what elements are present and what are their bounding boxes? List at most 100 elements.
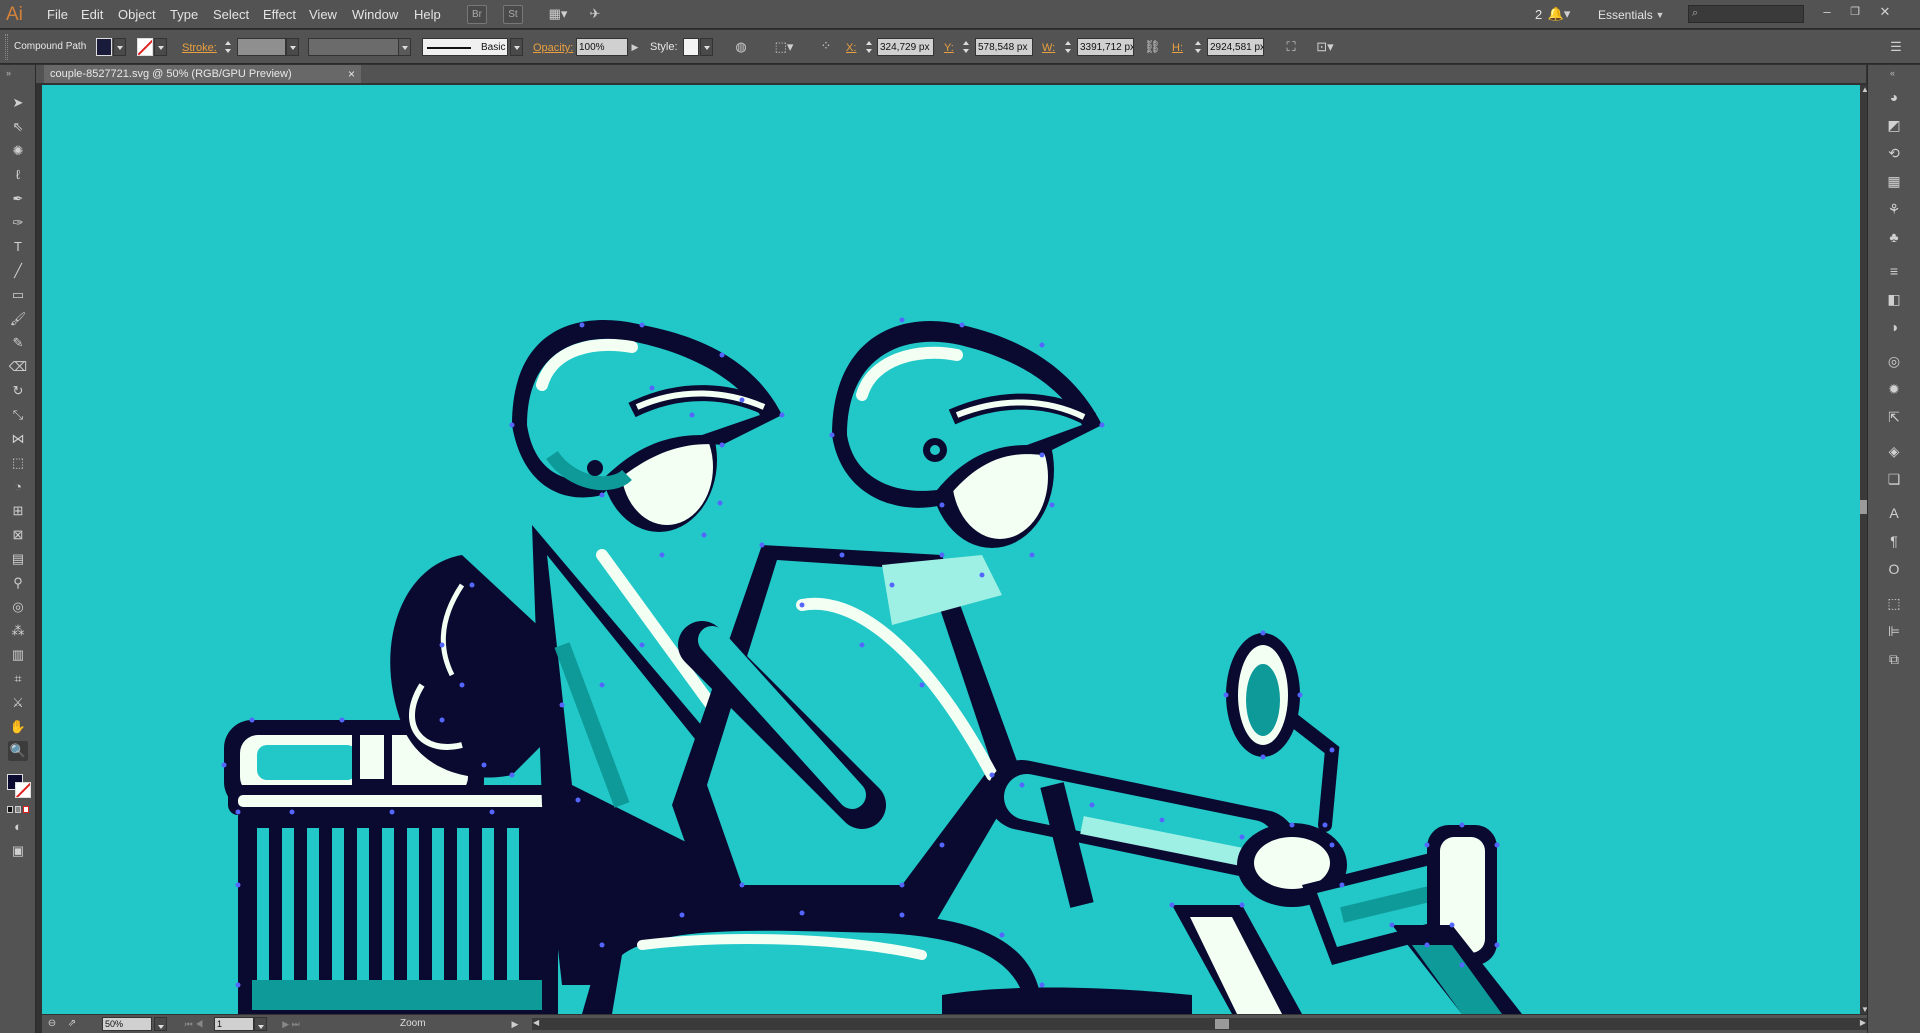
- color-mode-buttons[interactable]: [7, 806, 29, 814]
- screen-mode-icon[interactable]: ▣: [8, 841, 28, 861]
- collapse-panel-icon[interactable]: »: [6, 68, 11, 78]
- gradient-panel-icon[interactable]: ◧: [1884, 289, 1904, 309]
- rectangle-tool-icon[interactable]: ▭: [8, 285, 28, 305]
- h-scrollbar-thumb[interactable]: [1215, 1019, 1229, 1029]
- appearance-icon[interactable]: ◎: [1884, 351, 1904, 371]
- perspective-grid-tool-icon[interactable]: ⊞: [8, 501, 28, 521]
- draw-mode-icon[interactable]: ◐: [8, 817, 28, 837]
- menu-window[interactable]: Window: [352, 7, 398, 22]
- opacity-arrow-icon[interactable]: ▶: [629, 39, 641, 55]
- shape-builder-tool-icon[interactable]: ◔: [8, 477, 28, 497]
- bell-icon[interactable]: 🔔▾: [1545, 6, 1573, 22]
- menu-edit[interactable]: Edit: [81, 7, 103, 22]
- constrain-proportions-icon[interactable]: ⛓: [1144, 39, 1161, 55]
- menu-view[interactable]: View: [309, 7, 337, 22]
- stroke-dropdown[interactable]: [154, 38, 167, 56]
- pathfinder-icon[interactable]: ⧉: [1884, 649, 1904, 669]
- first-artboard-icon[interactable]: ⏮ ◀: [177, 1016, 211, 1032]
- brush-definition-field[interactable]: Basic: [422, 38, 508, 56]
- menu-effect[interactable]: Effect: [263, 7, 296, 22]
- close-icon[interactable]: ✕: [1876, 4, 1894, 20]
- search-input[interactable]: ⌕: [1688, 5, 1804, 23]
- artboard-number-field[interactable]: 1: [214, 1017, 254, 1031]
- w-stepper[interactable]: [1063, 38, 1074, 56]
- x-label[interactable]: X:: [846, 42, 856, 54]
- rotate-tool-icon[interactable]: ↻: [8, 381, 28, 401]
- blend-tool-icon[interactable]: ◎: [8, 597, 28, 617]
- align-to-icon[interactable]: ⬚▾: [770, 39, 798, 55]
- opacity-label[interactable]: Opacity:: [533, 42, 573, 54]
- scale-tool-icon[interactable]: ⤡: [8, 405, 28, 425]
- share-icon[interactable]: ⇗: [64, 1016, 80, 1032]
- menu-object[interactable]: Object: [118, 7, 156, 22]
- zoom-dropdown[interactable]: [154, 1017, 167, 1031]
- scroll-left-icon[interactable]: ◀: [533, 1018, 539, 1027]
- restore-icon[interactable]: ❐: [1846, 4, 1864, 20]
- graph-tool-icon[interactable]: ▥: [8, 645, 28, 665]
- eraser-tool-icon[interactable]: ⌫: [8, 357, 28, 377]
- y-stepper[interactable]: [961, 38, 972, 56]
- stroke-color-swatch[interactable]: [137, 38, 153, 56]
- pen-tool-icon[interactable]: ✒: [8, 189, 28, 209]
- type-tool-icon[interactable]: T: [8, 237, 28, 257]
- opentype-icon[interactable]: O: [1884, 559, 1904, 579]
- paragraph-icon[interactable]: ¶: [1884, 531, 1904, 551]
- graphic-styles-icon[interactable]: ✹: [1884, 379, 1904, 399]
- hand-tool-icon[interactable]: ✋: [8, 717, 28, 737]
- scrollbar-thumb[interactable]: [1860, 500, 1867, 514]
- workspace-switcher[interactable]: Essentials: [1598, 8, 1653, 22]
- transform-icon[interactable]: ⛶: [1282, 39, 1300, 55]
- direct-selection-tool-icon[interactable]: ⇖: [8, 117, 28, 137]
- align-panel-icon[interactable]: ⊫: [1884, 621, 1904, 641]
- graphic-style-swatch[interactable]: [683, 38, 699, 56]
- recolor-artwork-icon[interactable]: ◍: [732, 39, 750, 55]
- stroke-panel-icon[interactable]: ≡: [1884, 261, 1904, 281]
- illustration-couple-on-scooter[interactable]: [42, 85, 1860, 1014]
- line-tool-icon[interactable]: ╱: [8, 261, 28, 281]
- transparency-icon[interactable]: ◑: [1884, 317, 1904, 337]
- h-label[interactable]: H:: [1172, 42, 1183, 54]
- x-stepper[interactable]: [864, 38, 875, 56]
- menu-type[interactable]: Type: [170, 7, 198, 22]
- style-dropdown[interactable]: [700, 38, 713, 56]
- arrange-documents-icon[interactable]: ▦▾: [543, 6, 573, 22]
- magic-wand-tool-icon[interactable]: ✺: [8, 141, 28, 161]
- gpu-performance-icon[interactable]: ✈: [585, 6, 605, 22]
- next-artboard-icon[interactable]: ▶ ⏭: [274, 1016, 308, 1032]
- brush-dropdown[interactable]: [510, 38, 523, 56]
- horizontal-scrollbar[interactable]: ◀ ▶: [532, 1018, 1867, 1030]
- color-panel-icon[interactable]: ◕: [1884, 87, 1904, 107]
- symbol-sprayer-tool-icon[interactable]: ⁂: [8, 621, 28, 641]
- x-field[interactable]: 324,729 px: [877, 38, 934, 56]
- symbols-icon[interactable]: ♣: [1884, 227, 1904, 247]
- lasso-tool-icon[interactable]: ℓ: [8, 165, 28, 185]
- free-transform-tool-icon[interactable]: ⬚: [8, 453, 28, 473]
- character-icon[interactable]: A: [1884, 503, 1904, 523]
- artboards-panel-icon[interactable]: ❏: [1884, 469, 1904, 489]
- w-label[interactable]: W:: [1042, 42, 1055, 54]
- document-tab[interactable]: couple-8527721.svg @ 50% (RGB/GPU Previe…: [44, 65, 361, 83]
- close-tab-icon[interactable]: ×: [348, 67, 355, 81]
- gradient-tool-icon[interactable]: ▤: [8, 549, 28, 569]
- color-themes-icon[interactable]: ⟲: [1884, 143, 1904, 163]
- pencil-tool-icon[interactable]: ✎: [8, 333, 28, 353]
- stroke-weight-stepper[interactable]: [223, 38, 234, 56]
- artboard-tool-icon[interactable]: ⌗: [8, 669, 28, 689]
- curvature-tool-icon[interactable]: ✑: [8, 213, 28, 233]
- transform-panel-icon[interactable]: ⬚: [1884, 593, 1904, 613]
- panel-grip[interactable]: [5, 34, 8, 60]
- menu-help[interactable]: Help: [414, 7, 441, 22]
- chevron-down-icon[interactable]: ▼: [1655, 7, 1665, 23]
- swatches-icon[interactable]: ▦: [1884, 171, 1904, 191]
- selection-tool-icon[interactable]: ➤: [8, 93, 28, 113]
- isolate-group-icon[interactable]: ⊡▾: [1310, 39, 1340, 55]
- status-menu-icon[interactable]: ▶: [510, 1016, 520, 1032]
- stroke-weight-dropdown[interactable]: [286, 38, 299, 56]
- artboard-canvas[interactable]: [42, 85, 1860, 1014]
- paintbrush-tool-icon[interactable]: 🖌: [8, 309, 28, 329]
- expand-panels-icon[interactable]: «: [1890, 68, 1895, 78]
- y-label[interactable]: Y:: [944, 42, 954, 54]
- menu-select[interactable]: Select: [213, 7, 249, 22]
- reference-point-icon[interactable]: ⁘: [816, 38, 836, 54]
- y-field[interactable]: 578,548 px: [975, 38, 1033, 56]
